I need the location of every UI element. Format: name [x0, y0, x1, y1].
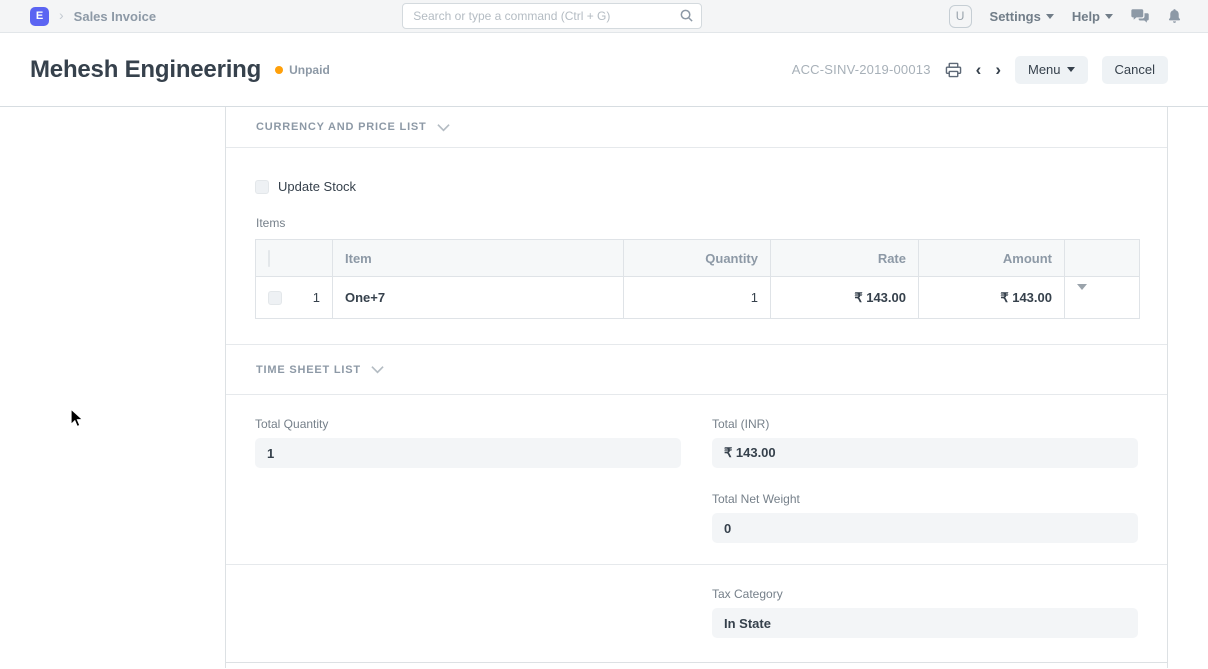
- cell-item[interactable]: One+7: [333, 277, 624, 319]
- table-row[interactable]: 1 One+7 1 ₹ 143.00 ₹ 143.00: [256, 277, 1140, 319]
- global-search: [402, 3, 702, 29]
- navbar-left: E › Sales Invoice: [30, 7, 156, 26]
- breadcrumb[interactable]: Sales Invoice: [74, 9, 156, 24]
- navbar-center: [156, 3, 948, 29]
- print-icon[interactable]: [945, 62, 962, 78]
- page-header-actions: ACC-SINV-2019-00013 ‹ › Menu Cancel: [792, 56, 1168, 84]
- document-id: ACC-SINV-2019-00013: [792, 62, 931, 77]
- breadcrumb-chevron-icon: ›: [59, 8, 64, 22]
- chevron-down-icon: [1105, 14, 1113, 19]
- total-inr-input[interactable]: ₹ 143.00: [712, 438, 1138, 468]
- totals-left-column: Total Quantity 1: [255, 417, 681, 567]
- items-table-label: Items: [256, 216, 1137, 230]
- status-indicator: Unpaid: [275, 63, 330, 77]
- total-net-weight-field: Total Net Weight 0: [712, 492, 1138, 543]
- next-document-icon[interactable]: ›: [995, 61, 1001, 78]
- tax-left-column: [255, 587, 681, 662]
- cancel-button-label: Cancel: [1115, 62, 1155, 77]
- page-header-left: Mehesh Engineering Unpaid: [30, 56, 330, 84]
- tax-category-input[interactable]: In State: [712, 608, 1138, 638]
- page-title: Mehesh Engineering: [30, 56, 261, 84]
- top-navbar: E › Sales Invoice U Settings Help: [0, 0, 1208, 33]
- chevron-down-icon: [437, 123, 450, 132]
- cell-rate[interactable]: ₹ 143.00: [771, 277, 919, 319]
- items-table-header-row: Item Quantity Rate Amount: [256, 240, 1140, 277]
- cell-amount[interactable]: ₹ 143.00: [919, 277, 1065, 319]
- total-inr-field: Total (INR) ₹ 143.00: [712, 417, 1138, 468]
- update-stock-field[interactable]: Update Stock: [255, 179, 1137, 194]
- form-card: CURRENCY AND PRICE LIST Update Stock Ite…: [225, 107, 1168, 668]
- form-body: CURRENCY AND PRICE LIST Update Stock Ite…: [0, 107, 1208, 668]
- menu-button-label: Menu: [1028, 62, 1061, 77]
- row-checkbox[interactable]: [268, 291, 282, 305]
- row-index: 1: [313, 290, 320, 305]
- column-header-rate: Rate: [771, 240, 919, 277]
- tax-category-field: Tax Category In State: [712, 587, 1138, 638]
- chevron-down-icon: [1067, 67, 1075, 72]
- total-quantity-field: Total Quantity 1: [255, 417, 681, 468]
- section-tax: Tax Category In State: [226, 565, 1167, 663]
- totals-right-column: Total (INR) ₹ 143.00 Total Net Weight 0: [712, 417, 1138, 567]
- section-title: CURRENCY AND PRICE LIST: [256, 121, 427, 133]
- field-label: Total (INR): [712, 417, 1138, 431]
- status-dot-icon: [275, 66, 283, 74]
- section-totals: Total Quantity 1 Total (INR) ₹ 143.00 To…: [226, 395, 1167, 565]
- section-currency-and-price-list[interactable]: CURRENCY AND PRICE LIST: [226, 107, 1167, 148]
- page-header: Mehesh Engineering Unpaid ACC-SINV-2019-…: [0, 33, 1208, 107]
- total-quantity-input[interactable]: 1: [255, 438, 681, 468]
- cell-quantity[interactable]: 1: [624, 277, 771, 319]
- field-label: Total Quantity: [255, 417, 681, 431]
- help-menu[interactable]: Help: [1072, 9, 1113, 24]
- prev-document-icon[interactable]: ‹: [976, 61, 982, 78]
- column-header-quantity: Quantity: [624, 240, 771, 277]
- chevron-down-icon: [371, 365, 384, 374]
- status-badge: Unpaid: [289, 63, 330, 77]
- search-input[interactable]: [402, 3, 702, 29]
- settings-label: Settings: [990, 9, 1041, 24]
- help-label: Help: [1072, 9, 1100, 24]
- column-header-amount: Amount: [919, 240, 1065, 277]
- items-table: Item Quantity Rate Amount 1 One+7 1: [255, 239, 1140, 319]
- cancel-button[interactable]: Cancel: [1102, 56, 1168, 84]
- settings-menu[interactable]: Settings: [990, 9, 1054, 24]
- chat-icon[interactable]: [1131, 8, 1149, 24]
- section-title: TIME SHEET LIST: [256, 364, 361, 376]
- app-logo[interactable]: E: [30, 7, 49, 26]
- chevron-down-icon: [1046, 14, 1054, 19]
- notifications-bell-icon[interactable]: [1167, 8, 1182, 24]
- update-stock-label: Update Stock: [278, 179, 356, 194]
- navbar-right: U Settings Help: [949, 5, 1182, 28]
- section-time-sheet-list[interactable]: TIME SHEET LIST: [226, 345, 1167, 395]
- column-header-item: Item: [333, 240, 624, 277]
- section-items: Update Stock Items Item Quantity Rate Am…: [226, 148, 1167, 345]
- select-all-checkbox[interactable]: [268, 250, 270, 267]
- field-label: Tax Category: [712, 587, 1138, 601]
- total-net-weight-input[interactable]: 0: [712, 513, 1138, 543]
- update-stock-checkbox[interactable]: [255, 180, 269, 194]
- search-icon[interactable]: [679, 8, 694, 28]
- tax-right-column: Tax Category In State: [712, 587, 1138, 662]
- field-label: Total Net Weight: [712, 492, 1138, 506]
- user-avatar[interactable]: U: [949, 5, 972, 28]
- column-header-actions: [1065, 240, 1140, 277]
- menu-button[interactable]: Menu: [1015, 56, 1088, 84]
- row-expand-icon[interactable]: [1077, 284, 1087, 305]
